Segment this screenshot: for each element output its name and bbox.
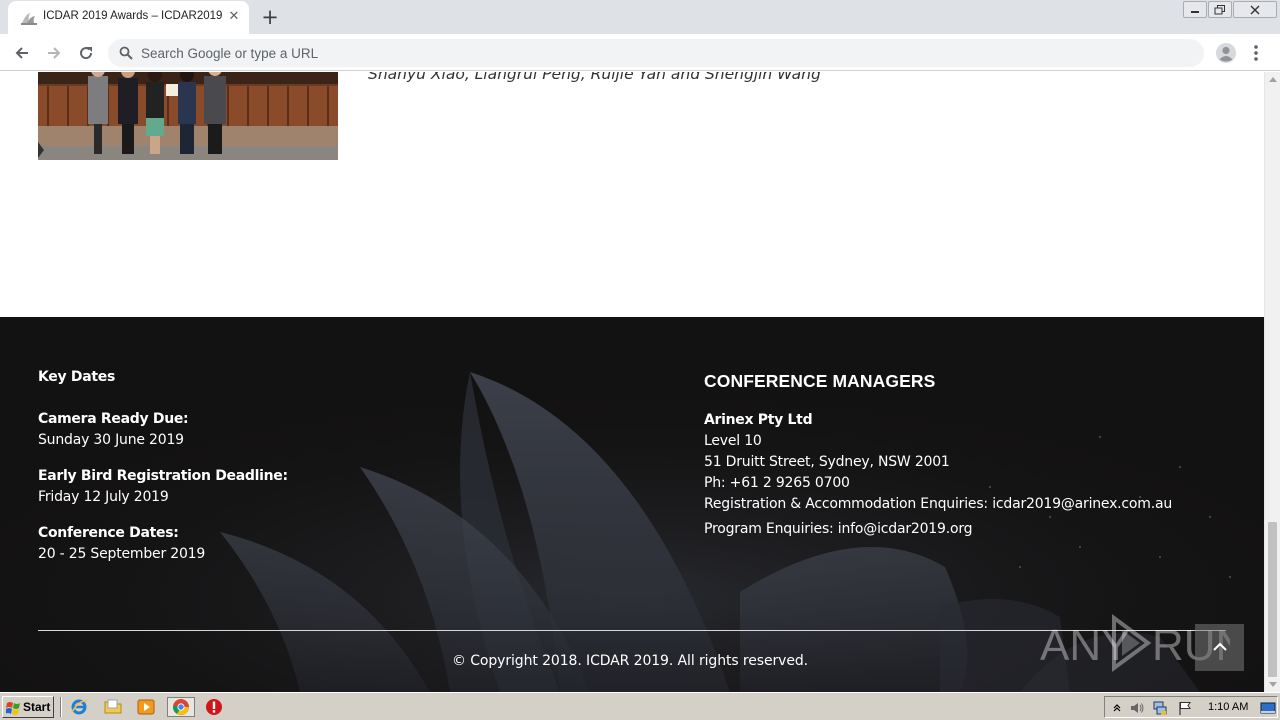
scrollbar-thumb[interactable] (1268, 522, 1277, 677)
reload-icon (80, 47, 93, 60)
internet-explorer-button[interactable] (70, 698, 88, 716)
action-center-button[interactable] (1177, 700, 1193, 716)
network-icon (1153, 701, 1167, 715)
address-line-2: 51 Druitt Street, Sydney, NSW 2001 (704, 454, 950, 470)
company-name: Arinex Pty Ltd (704, 412, 813, 428)
tab-strip: ICDAR 2019 Awards – ICDAR2019 ✕ + (0, 0, 1280, 34)
taskbar-separator (60, 697, 62, 717)
forward-button[interactable] (41, 40, 67, 66)
award-authors: Shanyu Xiao, Liangrui Peng, Ruijie Yan a… (368, 72, 821, 83)
taskbar-clock[interactable]: 1:10 AM (1208, 701, 1248, 713)
back-button[interactable] (9, 40, 35, 66)
search-input[interactable] (141, 39, 1191, 67)
explorer-button[interactable] (104, 698, 122, 716)
network-button[interactable] (1152, 700, 1168, 716)
stop-process-button[interactable] (205, 698, 223, 716)
new-tab-button[interactable]: + (258, 5, 282, 29)
search-icon (119, 46, 133, 60)
address-line-1: Level 10 (704, 433, 762, 449)
maximize-icon (1214, 4, 1225, 14)
omnibox[interactable] (108, 39, 1204, 67)
volume-icon (1131, 703, 1144, 713)
phone-number: Ph: +61 2 9265 0700 (704, 475, 850, 491)
restore-button[interactable] (1208, 1, 1232, 18)
forward-icon (48, 47, 61, 59)
back-icon (15, 47, 28, 59)
window-close-button[interactable] (1233, 1, 1277, 18)
browser-toolbar (0, 34, 1280, 71)
key-date-label: Early Bird Registration Deadline: (38, 468, 288, 484)
windows-taskbar: Start 1:10 AM (0, 692, 1280, 720)
tab-close-icon[interactable]: ✕ (226, 9, 242, 25)
key-date-label: Conference Dates: (38, 525, 179, 541)
windows-logo-icon (6, 702, 20, 715)
chevron-up-icon (1113, 704, 1121, 712)
minimize-button[interactable] (1183, 1, 1207, 18)
profile-icon (1216, 43, 1236, 63)
start-label: Start (23, 700, 51, 714)
media-player-button[interactable] (137, 698, 155, 716)
page-scrollbar[interactable] (1264, 72, 1280, 692)
copyright-text: © Copyright 2018. ICDAR 2019. All rights… (452, 653, 808, 669)
show-desktop-button[interactable] (1260, 700, 1276, 716)
chrome-icon (172, 699, 189, 715)
program-enquiries-link[interactable]: Program Enquiries: info@icdar2019.org (704, 521, 973, 537)
browser-menu-button[interactable] (1248, 42, 1264, 64)
page-viewport: Shanyu Xiao, Liangrui Peng, Ruijie Yan a… (0, 72, 1264, 692)
close-icon (1250, 5, 1260, 14)
stop-icon (206, 699, 222, 715)
registration-enquiries-link[interactable]: Registration & Accommodation Enquiries: … (704, 496, 1172, 512)
chrome-taskbar-button[interactable] (167, 697, 195, 717)
flag-icon (1179, 702, 1191, 715)
key-date-value: Friday 12 July 2019 (38, 489, 169, 505)
site-favicon-icon (21, 13, 37, 25)
scroll-to-top-button[interactable] (1195, 624, 1244, 671)
reload-button[interactable] (73, 40, 99, 66)
scroll-down-arrow-icon[interactable] (1269, 682, 1277, 687)
key-dates-title: Key Dates (38, 369, 115, 385)
browser-tab[interactable]: ICDAR 2019 Awards – ICDAR2019 ✕ (8, 1, 249, 34)
key-date-label: Camera Ready Due: (38, 411, 189, 427)
ie-icon (71, 699, 88, 715)
tray-expand-button[interactable] (1109, 700, 1125, 716)
folder-icon (104, 699, 122, 714)
watermark-text-any: ANY (1040, 621, 1130, 670)
volume-button[interactable] (1129, 700, 1145, 716)
menu-icon (1254, 45, 1258, 61)
chevron-up-icon (1213, 642, 1227, 651)
profile-button[interactable] (1214, 41, 1238, 65)
start-button[interactable]: Start (2, 696, 54, 718)
media-player-icon (137, 699, 155, 715)
desktop-icon (1260, 702, 1276, 714)
scroll-up-arrow-icon[interactable] (1269, 77, 1277, 82)
system-tray: 1:10 AM (1104, 696, 1278, 718)
conference-managers-title: CONFERENCE MANAGERS (704, 371, 936, 391)
award-photo (38, 72, 338, 160)
minimize-icon (1191, 10, 1199, 13)
key-date-value: 20 - 25 September 2019 (38, 546, 206, 562)
site-footer: Key Dates Camera Ready Due: Sunday 30 Ju… (0, 317, 1264, 692)
tab-title: ICDAR 2019 Awards – ICDAR2019 (43, 10, 223, 22)
key-date-value: Sunday 30 June 2019 (38, 432, 184, 448)
